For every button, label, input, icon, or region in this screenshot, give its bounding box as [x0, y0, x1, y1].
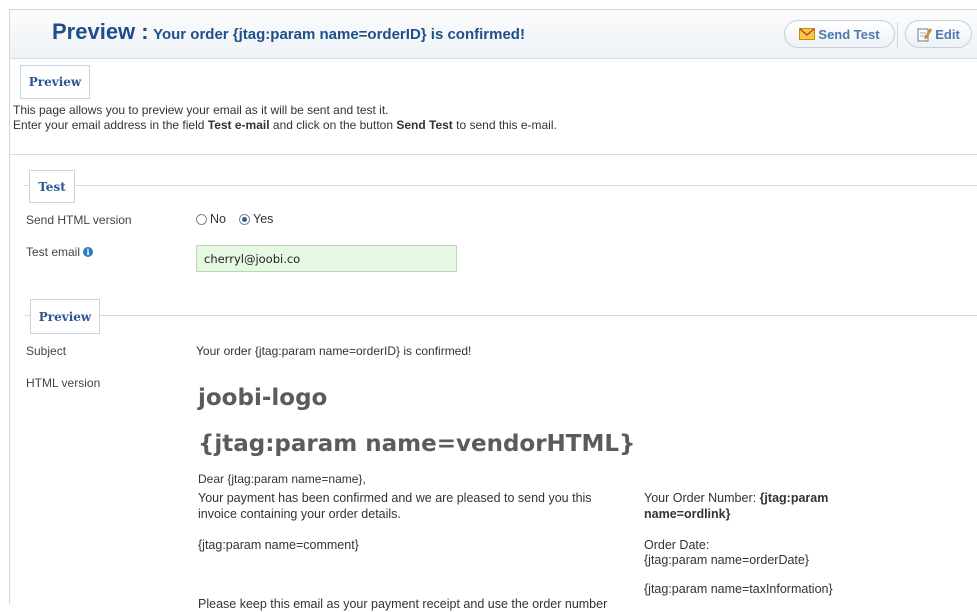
- tax-information: {jtag:param name=taxInformation}: [644, 582, 833, 596]
- envelope-icon: [799, 28, 816, 40]
- radio-yes[interactable]: Yes: [239, 212, 273, 226]
- edit-label: Edit: [935, 26, 960, 42]
- radio-no-button[interactable]: [196, 213, 207, 225]
- intro-text: This page allows you to preview your ema…: [13, 103, 557, 133]
- intro-line-2: Enter your email address in the field Te…: [13, 118, 557, 132]
- send-test-button[interactable]: Send Test: [784, 20, 895, 48]
- email-greeting: Dear {jtag:param name=name},: [198, 472, 366, 486]
- preview-fieldset-border: [24, 315, 977, 316]
- order-date-value: {jtag:param name=orderDate}: [644, 553, 810, 567]
- test-legend: Test: [29, 170, 75, 203]
- test-email-label: Test email i: [26, 245, 94, 259]
- intro-tab: Preview: [20, 65, 90, 99]
- send-test-label: Send Test: [818, 26, 880, 42]
- toolbar: Preview : Your order {jtag:param name=or…: [10, 10, 977, 59]
- intro-line-1: This page allows you to preview your ema…: [13, 103, 389, 117]
- intro-tab-label: Preview: [28, 75, 82, 89]
- info-icon[interactable]: i: [83, 247, 94, 257]
- section-divider: [10, 154, 977, 155]
- html-version-label: HTML version: [26, 376, 101, 390]
- radio-no-label: No: [210, 212, 226, 226]
- page-title-prefix: Preview :: [52, 19, 149, 44]
- page-title-subject: Your order {jtag:param name=orderID} is …: [153, 26, 525, 43]
- toolbar-separator: [897, 22, 898, 48]
- preview-legend: Preview: [30, 299, 100, 334]
- send-html-label: Send HTML version: [26, 213, 132, 227]
- email-comment: {jtag:param name=comment}: [198, 538, 359, 552]
- edit-icon: [917, 28, 933, 41]
- order-number: Your Order Number: {jtag:param name=ordl…: [644, 491, 829, 521]
- email-paragraph: Your payment has been confirmed and we a…: [198, 491, 592, 521]
- order-date-label: Order Date:: [644, 538, 710, 552]
- test-legend-label: Test: [38, 179, 66, 194]
- email-keep-text: Please keep this email as your payment r…: [198, 597, 608, 611]
- email-vendor: {jtag:param name=vendorHTML}: [198, 431, 636, 457]
- edit-button[interactable]: Edit: [905, 20, 972, 48]
- radio-yes-button[interactable]: [239, 213, 250, 225]
- email-logo: joobi-logo: [198, 385, 328, 411]
- radio-yes-label: Yes: [253, 212, 274, 226]
- subject-value: Your order {jtag:param name=orderID} is …: [196, 344, 472, 358]
- intro-button-name: Send Test: [396, 118, 453, 132]
- subject-label: Subject: [26, 344, 67, 358]
- radio-no[interactable]: No: [196, 212, 226, 226]
- intro-field-name: Test e-mail: [207, 118, 270, 132]
- page-title: Preview : Your order {jtag:param name=or…: [52, 19, 525, 45]
- test-fieldset-border: [24, 185, 977, 186]
- test-email-input[interactable]: [196, 245, 457, 272]
- preview-legend-label: Preview: [38, 309, 92, 324]
